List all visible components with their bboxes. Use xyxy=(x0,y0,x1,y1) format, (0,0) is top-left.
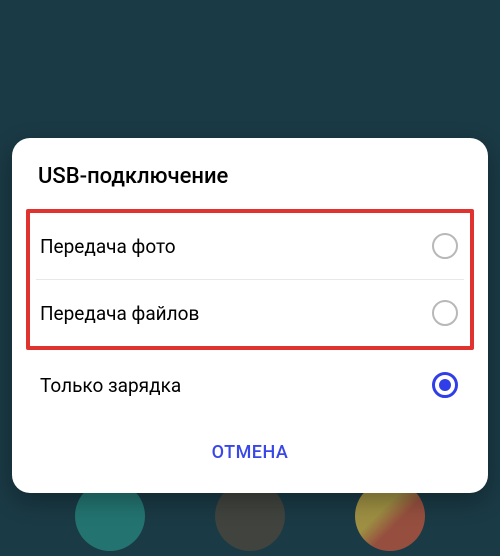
option-photo-transfer[interactable]: Передача фото xyxy=(30,213,470,279)
option-charging-only[interactable]: Только зарядка xyxy=(12,350,488,420)
cancel-button[interactable]: ОТМЕНА xyxy=(196,434,305,471)
radio-unchecked-icon xyxy=(432,233,458,259)
dialog-actions: ОТМЕНА xyxy=(12,420,488,493)
option-label: Передача фото xyxy=(40,235,176,258)
radio-checked-icon xyxy=(432,372,458,398)
annotation-highlight: Передача фото Передача файлов xyxy=(26,209,474,350)
option-label: Передача файлов xyxy=(40,302,199,325)
radio-unchecked-icon xyxy=(432,300,458,326)
usb-connection-dialog: USB-подключение Передача фото Передача ф… xyxy=(12,138,488,493)
option-file-transfer[interactable]: Передача файлов xyxy=(30,280,470,346)
dialog-title: USB-подключение xyxy=(12,138,488,209)
option-label: Только зарядка xyxy=(40,374,181,397)
